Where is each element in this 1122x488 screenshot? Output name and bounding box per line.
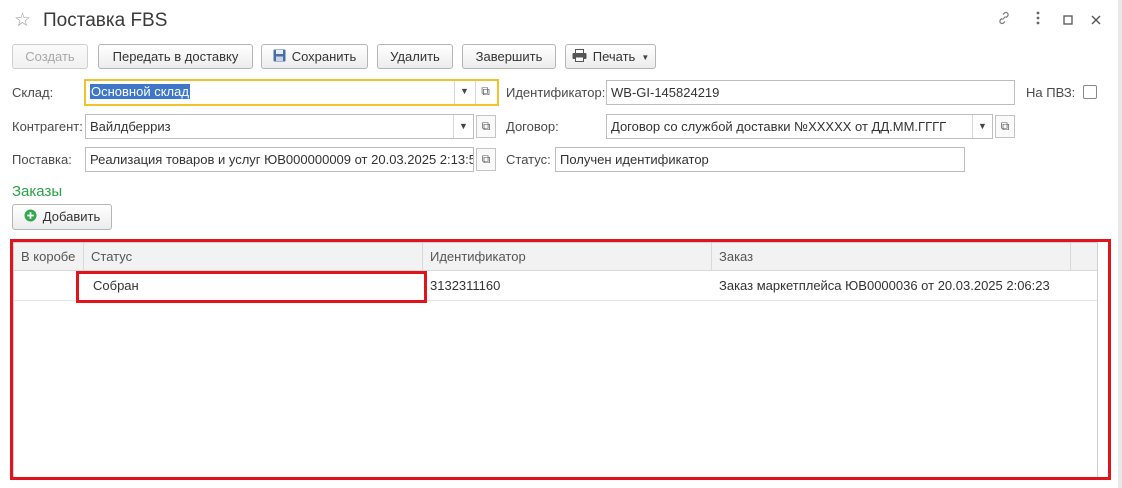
create-button[interactable]: Создать xyxy=(12,44,88,69)
contract-field[interactable]: Договор со службой доставки №XXXXX от ДД… xyxy=(606,114,993,139)
warehouse-dropdown-icon[interactable]: ▼ xyxy=(454,81,474,104)
finish-button[interactable]: Завершить xyxy=(462,44,556,69)
more-icon[interactable] xyxy=(1027,10,1049,32)
pvz-label: На ПВЗ: xyxy=(1026,85,1076,100)
add-order-button[interactable]: Добавить xyxy=(12,204,112,230)
warehouse-open-icon[interactable]: ⧉ xyxy=(475,81,495,104)
delete-button[interactable]: Удалить xyxy=(377,44,453,69)
identifier-field[interactable]: WB-GI-145824219 xyxy=(606,80,1015,105)
counterparty-value: Вайлдберриз xyxy=(90,119,171,134)
status-field[interactable]: Получен идентификатор xyxy=(555,147,965,172)
link-icon[interactable] xyxy=(993,10,1015,32)
pvz-checkbox[interactable] xyxy=(1083,85,1097,99)
counterparty-dropdown-icon[interactable]: ▼ xyxy=(453,115,473,138)
window-title: Поставка FBS xyxy=(43,10,168,31)
status-label: Статус: xyxy=(506,152,551,167)
save-button[interactable]: Сохранить xyxy=(261,44,368,69)
print-button[interactable]: Печать ▼ xyxy=(565,44,656,69)
contract-open-icon[interactable]: ⧉ xyxy=(995,115,1015,138)
identifier-label: Идентификатор: xyxy=(506,85,606,100)
printer-icon xyxy=(572,46,587,69)
warehouse-field[interactable]: Основной склад ▼ ⧉ xyxy=(84,79,499,106)
warehouse-label: Склад: xyxy=(12,85,54,100)
contract-label: Договор: xyxy=(506,119,559,134)
counterparty-open-icon[interactable]: ⧉ xyxy=(476,115,496,138)
close-icon[interactable] xyxy=(1085,10,1107,32)
orders-section-title: Заказы xyxy=(12,183,63,200)
minimize-icon[interactable] xyxy=(1057,10,1079,32)
window-edge xyxy=(1118,0,1122,488)
save-label: Сохранить xyxy=(291,49,357,64)
add-order-label: Добавить xyxy=(42,209,101,224)
print-label: Печать xyxy=(592,49,636,64)
transfer-to-delivery-button[interactable]: Передать в доставку xyxy=(98,44,253,69)
supply-label: Поставка: xyxy=(12,152,72,167)
save-icon xyxy=(273,46,286,69)
supply-field[interactable]: Реализация товаров и услуг ЮВ000000009 о… xyxy=(85,147,474,172)
plus-circle-icon xyxy=(24,206,37,229)
counterparty-label: Контрагент: xyxy=(12,119,83,134)
supply-open-icon[interactable]: ⧉ xyxy=(476,148,496,171)
contract-value: Договор со службой доставки №XXXXX от ДД… xyxy=(611,119,947,134)
warehouse-value: Основной склад xyxy=(90,84,190,99)
counterparty-field[interactable]: Вайлдберриз ▼ xyxy=(85,114,474,139)
contract-dropdown-icon[interactable]: ▼ xyxy=(972,115,992,138)
favorite-star-icon[interactable]: ☆ xyxy=(14,10,31,32)
chevron-down-icon: ▼ xyxy=(641,53,650,63)
highlight-status-cell xyxy=(76,271,427,303)
